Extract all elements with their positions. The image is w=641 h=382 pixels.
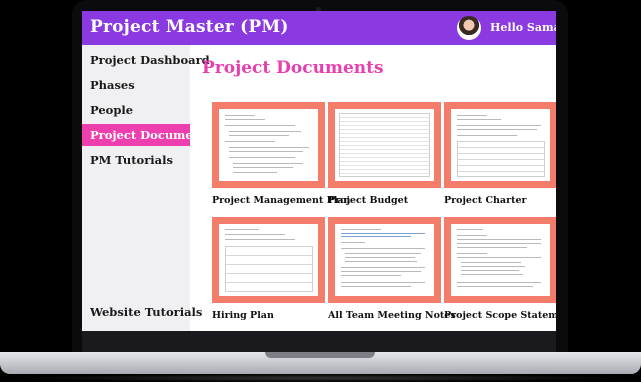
document-preview xyxy=(219,109,318,181)
document-label[interactable]: Project Scope Statement xyxy=(444,310,556,321)
document-thumbnail[interactable] xyxy=(444,217,556,303)
document-thumbnail[interactable] xyxy=(212,102,325,188)
page-title: Project Documents xyxy=(202,58,384,78)
document-thumbnail[interactable] xyxy=(328,102,441,188)
document-label[interactable]: Project Budget xyxy=(328,195,408,206)
laptop-chin xyxy=(82,331,556,352)
document-preview xyxy=(219,224,318,296)
top-bar: Project Master (PM) Hello Samantha! xyxy=(82,11,556,45)
sidebar-item-website-tutorials[interactable]: Website Tutorials xyxy=(82,301,202,323)
user-avatar[interactable] xyxy=(457,16,481,40)
document-card-all-team-meeting-notes[interactable]: All Team Meeting Notes xyxy=(328,217,456,327)
document-card-project-charter[interactable]: Project Charter xyxy=(444,102,556,212)
document-preview xyxy=(451,109,550,181)
document-thumbnail[interactable] xyxy=(444,102,556,188)
document-card-project-scope-statement[interactable]: Project Scope Statement xyxy=(444,217,556,327)
document-preview xyxy=(451,224,550,296)
sidebar-item-people[interactable]: People xyxy=(82,99,190,121)
document-preview xyxy=(335,224,434,296)
document-preview xyxy=(335,109,434,181)
sidebar-item-phases[interactable]: Phases xyxy=(82,74,190,96)
sidebar-item-project-dashboard[interactable]: Project Dashboard xyxy=(82,49,210,71)
laptop-notch xyxy=(265,352,375,358)
document-card-project-management-plan[interactable]: Project Management Plan xyxy=(212,102,350,212)
document-card-hiring-plan[interactable]: Hiring Plan xyxy=(212,217,325,327)
document-label[interactable]: Hiring Plan xyxy=(212,310,274,321)
sidebar-item-pm-tutorials[interactable]: PM Tutorials xyxy=(82,149,190,171)
sidebar-item-project-documents[interactable]: Project Documents xyxy=(82,124,213,146)
document-thumbnail[interactable] xyxy=(212,217,325,303)
document-label[interactable]: Project Charter xyxy=(444,195,527,206)
document-card-project-budget[interactable]: Project Budget xyxy=(328,102,441,212)
document-label[interactable]: All Team Meeting Notes xyxy=(328,310,456,321)
app-screen: Project Master (PM) Hello Samantha! Proj… xyxy=(82,11,556,331)
sidebar: Project Dashboard Phases People Project … xyxy=(82,45,213,331)
user-greeting: Hello Samantha! xyxy=(490,21,556,34)
app-title: Project Master (PM) xyxy=(90,17,289,37)
laptop-shadow xyxy=(10,374,631,382)
document-thumbnail[interactable] xyxy=(328,217,441,303)
